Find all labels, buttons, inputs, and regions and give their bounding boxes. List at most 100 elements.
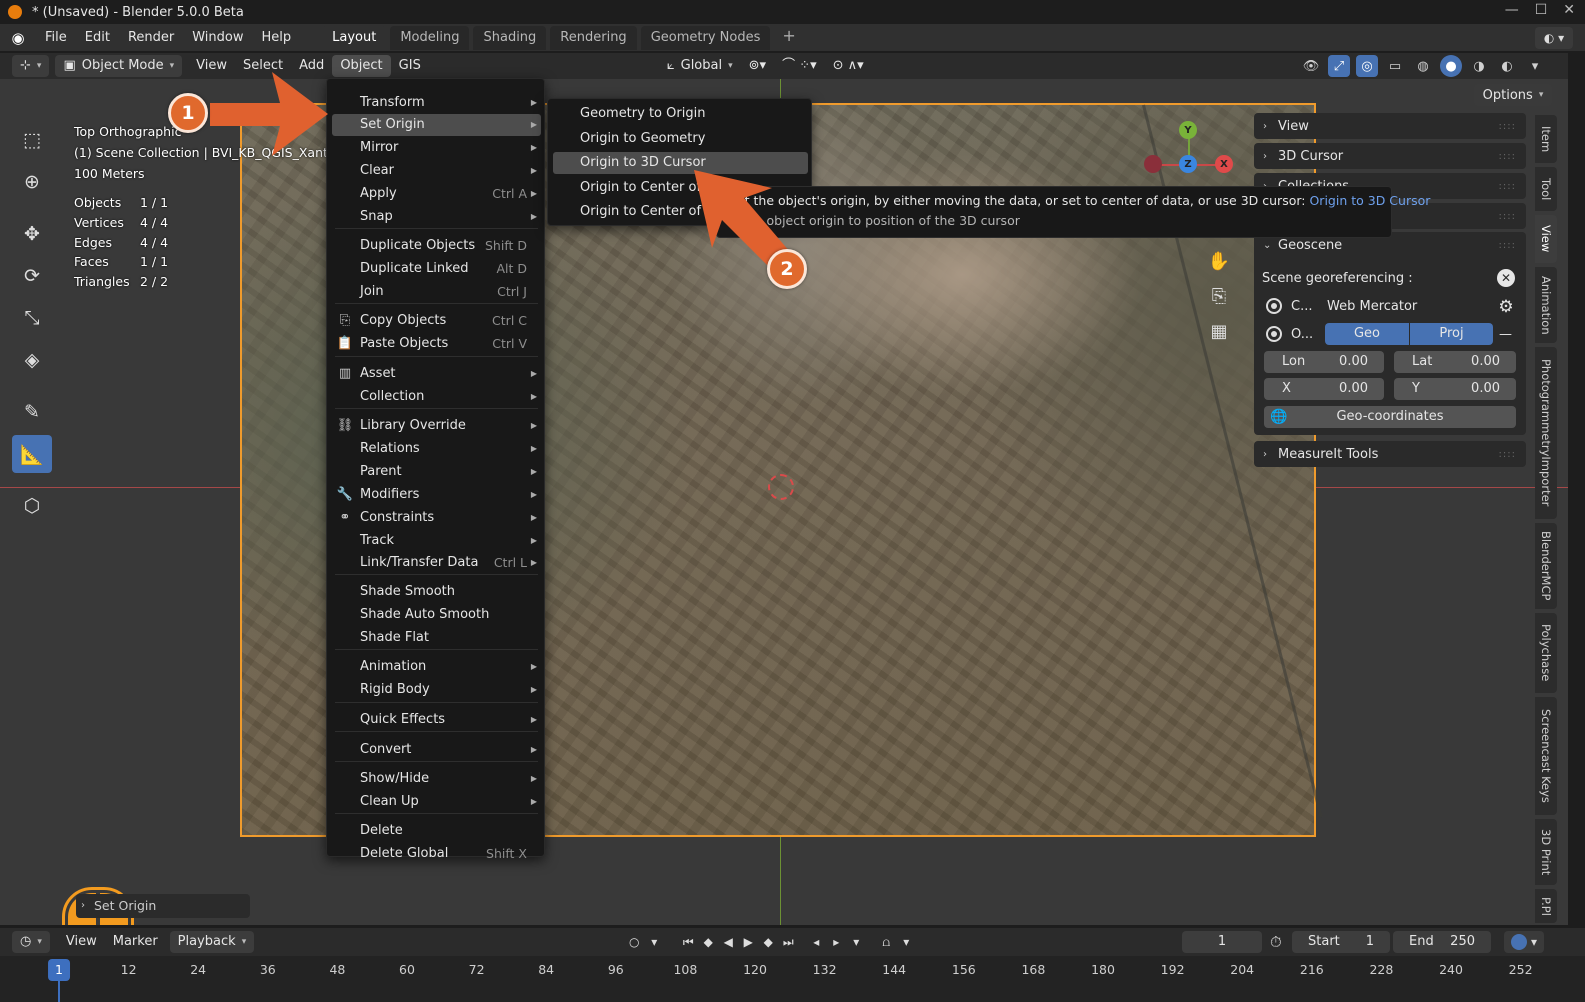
- geo-coordinates-button[interactable]: 🌐 Geo-coordinates: [1264, 406, 1516, 428]
- vtab-screencast-keys[interactable]: Screencast Keys: [1535, 697, 1557, 815]
- origin-radio-icon[interactable]: [1266, 326, 1282, 342]
- tab-modeling[interactable]: Modeling: [390, 25, 470, 50]
- last-operator-panel[interactable]: › Set Origin: [76, 894, 250, 918]
- tab-layout[interactable]: Layout: [322, 25, 387, 50]
- add-cube-tool-icon[interactable]: ⬡: [12, 487, 52, 525]
- menu-item-relations[interactable]: Relations ▶: [332, 438, 541, 460]
- scale-tool-icon[interactable]: ⤡: [12, 299, 52, 337]
- cursor-tool-icon[interactable]: ⊕: [12, 163, 52, 201]
- 3d-cursor-icon[interactable]: [768, 474, 794, 500]
- menu-render[interactable]: Render: [119, 27, 183, 49]
- menu-item-asset[interactable]: ▥ Asset ▶: [332, 363, 541, 385]
- z-axis-ball[interactable]: Z: [1179, 155, 1197, 173]
- close-window-icon[interactable]: ✕: [1563, 2, 1575, 18]
- timeline-view-options-icon[interactable]: ▾: [1504, 931, 1544, 953]
- editor-type-button[interactable]: ⊹ ▾: [12, 55, 50, 77]
- panel-3d-cursor[interactable]: › 3D Cursor::::: [1254, 143, 1526, 169]
- next-keyframe-icon[interactable]: ◆: [758, 935, 778, 949]
- menu-gis[interactable]: GIS: [391, 55, 429, 77]
- move-tool-icon[interactable]: ✥: [12, 215, 52, 253]
- wireframe-shading-icon[interactable]: ◍: [1412, 55, 1434, 77]
- menu-item-clean-up[interactable]: Clean Up ▶: [332, 791, 541, 813]
- current-frame-field[interactable]: 1: [1182, 931, 1262, 953]
- ortho-grid-icon[interactable]: ▦: [1206, 318, 1232, 344]
- vtab-3d-print[interactable]: 3D Print: [1535, 819, 1557, 885]
- annotate-tool-icon[interactable]: ✎: [12, 393, 52, 431]
- y-field[interactable]: Y 0.00: [1394, 378, 1516, 400]
- x-axis-ball[interactable]: X: [1215, 155, 1233, 173]
- auto-keying-dropdown-icon[interactable]: ▾: [896, 935, 916, 949]
- menu-item-origin-to-geometry[interactable]: Origin to Geometry: [553, 128, 808, 150]
- vtab-blendermcp[interactable]: BlenderMCP: [1535, 523, 1557, 609]
- menu-item-library-override[interactable]: ⛓ Library Override ▶: [332, 415, 541, 437]
- tab-shading[interactable]: Shading: [473, 25, 547, 50]
- transform-tool-icon[interactable]: ◈: [12, 341, 52, 379]
- menu-file[interactable]: File: [36, 27, 76, 49]
- overlay-toggle-icon[interactable]: ◎: [1356, 55, 1378, 77]
- record-icon[interactable]: ○: [624, 935, 644, 949]
- pan-hand-icon[interactable]: ✋: [1206, 248, 1232, 274]
- timeline-menu-view[interactable]: View: [58, 931, 105, 953]
- vtab-p-pl[interactable]: P.Pl: [1535, 889, 1557, 923]
- menu-object[interactable]: Object: [332, 55, 391, 77]
- menu-item-show-hide[interactable]: Show/Hide ▶: [332, 768, 541, 790]
- rotate-tool-icon[interactable]: ⟳: [12, 257, 52, 295]
- measure-tool-icon[interactable]: 📐: [12, 435, 52, 473]
- vtab-view[interactable]: View: [1535, 215, 1557, 263]
- menu-item-shade-smooth[interactable]: Shade Smooth: [332, 581, 541, 603]
- maximize-icon[interactable]: ☐: [1535, 2, 1548, 18]
- menu-item-modifiers[interactable]: 🔧 Modifiers ▶: [332, 484, 541, 506]
- menu-item-copy-objects[interactable]: ⎘ Copy Objects Ctrl C: [332, 310, 541, 332]
- material-shading-icon[interactable]: ◑: [1468, 55, 1490, 77]
- menu-item-duplicate-linked[interactable]: Duplicate Linked Alt D: [332, 258, 541, 280]
- menu-item-paste-objects[interactable]: 📋 Paste Objects Ctrl V: [332, 333, 541, 355]
- xray-icon[interactable]: ▭: [1384, 55, 1406, 77]
- start-frame-field[interactable]: Start 1: [1292, 931, 1390, 953]
- proj-button[interactable]: Proj: [1409, 323, 1493, 345]
- end-frame-field[interactable]: End 250: [1393, 931, 1491, 953]
- crs-value[interactable]: Web Mercator: [1327, 295, 1417, 317]
- stopwatch-icon[interactable]: ⏱: [1270, 933, 1282, 951]
- gear-icon[interactable]: ⚙: [1495, 296, 1517, 318]
- menu-help[interactable]: Help: [253, 27, 301, 49]
- menu-select[interactable]: Select: [235, 55, 291, 77]
- lat-field[interactable]: Lat 0.00: [1394, 351, 1516, 373]
- menu-item-snap[interactable]: Snap ▶: [332, 206, 541, 228]
- menu-item-parent[interactable]: Parent ▶: [332, 461, 541, 483]
- menu-item-duplicate-objects[interactable]: Duplicate Objects Shift D: [332, 235, 541, 257]
- mode-dropdown[interactable]: ▣ Object Mode ▾: [55, 55, 183, 77]
- prev-frame-icon[interactable]: ◂: [806, 935, 826, 949]
- close-circle-icon[interactable]: ✕: [1497, 269, 1515, 287]
- menu-item-origin-to-3d-cursor[interactable]: Origin to 3D Cursor: [553, 152, 808, 174]
- menu-item-delete[interactable]: Delete: [332, 820, 541, 842]
- proportional-editing-icon[interactable]: ⊙ ∧▾: [825, 55, 872, 77]
- menu-item-geometry-to-origin[interactable]: Geometry to Origin: [553, 103, 808, 125]
- prev-keyframe-icon[interactable]: ◆: [698, 935, 718, 949]
- transform-orientation-dropdown[interactable]: ⟀ Global ▾: [659, 55, 741, 77]
- timeline-ruler[interactable]: 1 12 24 36 48 60 72 84 96 108 120 132 144 156 168 180 19…: [0, 956, 1585, 1002]
- visibility-icon[interactable]: 👁: [1300, 55, 1322, 77]
- auto-keying-icon[interactable]: ⩍: [876, 935, 896, 950]
- geo-button[interactable]: Geo: [1325, 323, 1409, 345]
- vtab-photogrammetry-importer[interactable]: PhotogrammetryImporter: [1535, 347, 1557, 519]
- menu-item-animation[interactable]: Animation ▶: [332, 656, 541, 678]
- select-box-icon[interactable]: ⬚: [12, 121, 52, 159]
- crs-radio-icon[interactable]: [1266, 298, 1282, 314]
- solid-shading-icon[interactable]: ●: [1440, 55, 1462, 77]
- menu-item-delete-global[interactable]: Delete Global Shift X: [332, 843, 541, 865]
- tab-rendering[interactable]: Rendering: [550, 25, 637, 50]
- vtab-item[interactable]: Item: [1535, 115, 1557, 163]
- menu-item-link-transfer-data[interactable]: Link/Transfer Data Ctrl L ▶: [332, 552, 541, 574]
- shading-options-icon[interactable]: ▾: [1524, 55, 1546, 77]
- current-frame-marker[interactable]: 1: [48, 959, 70, 981]
- menu-item-rigid-body[interactable]: Rigid Body ▶: [332, 679, 541, 701]
- tab-geometry-nodes[interactable]: Geometry Nodes: [640, 25, 771, 50]
- play-icon[interactable]: ▶: [738, 935, 758, 949]
- timeline-options-icon[interactable]: ▾: [846, 935, 866, 949]
- menu-item-clear[interactable]: Clear ▶: [332, 160, 541, 182]
- menu-item-set-origin[interactable]: Set Origin ▶: [332, 114, 541, 136]
- neg-x-axis-ball[interactable]: [1144, 155, 1162, 173]
- vtab-animation[interactable]: Animation: [1535, 267, 1557, 343]
- panel-measureit[interactable]: › MeasureIt Tools::::: [1254, 441, 1526, 467]
- pivot-point-icon[interactable]: ⊚▾: [741, 55, 774, 77]
